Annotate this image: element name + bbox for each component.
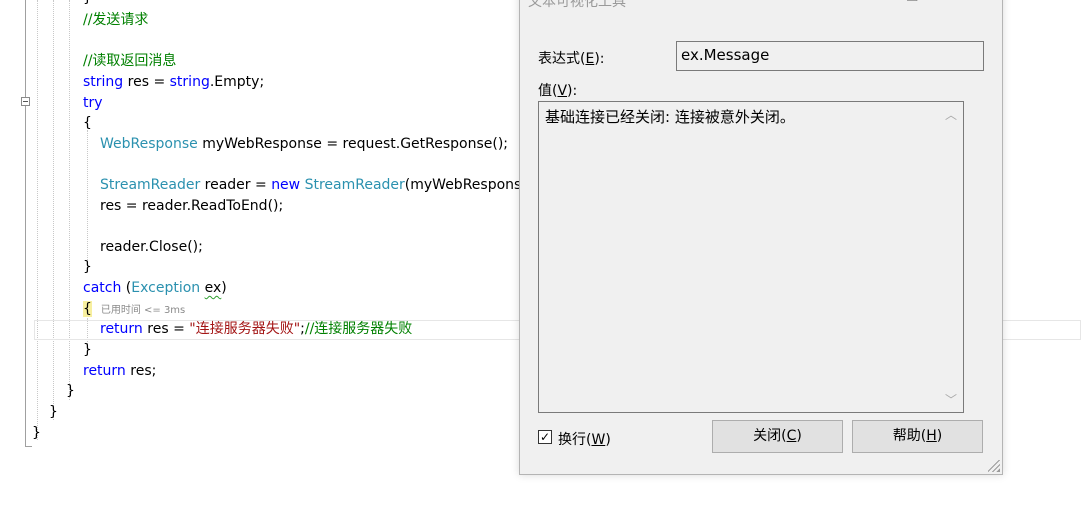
code-line: }	[83, 259, 92, 275]
code-line: StreamReader reader = new StreamReader(m…	[100, 177, 546, 193]
outline-end	[25, 446, 32, 447]
code-line: }	[83, 0, 92, 8]
value-label: 值(V):	[538, 83, 578, 99]
expression-label: 表达式(E):	[538, 51, 605, 67]
word-wrap-label[interactable]: 换行(W)	[558, 429, 611, 449]
code-line: string res = string.Empty;	[83, 74, 265, 90]
resize-grip-icon[interactable]	[988, 460, 1000, 472]
collapse-toggle-icon[interactable]	[21, 97, 30, 106]
code-line: }	[32, 425, 41, 441]
code-line: return res;	[83, 363, 157, 379]
outline-line	[25, 106, 26, 446]
indent-guide	[69, 0, 70, 400]
value-textarea[interactable]: 基础连接已经关闭: 连接被意外关闭。 ︿ ﹀	[538, 101, 964, 413]
close-button[interactable]: 关闭(C)	[712, 420, 843, 453]
minimize-icon[interactable]: —	[846, 0, 860, 5]
code-line: }	[49, 404, 58, 420]
word-wrap-checkbox[interactable]: ✓	[538, 430, 552, 444]
code-line: WebResponse myWebResponse = request.GetR…	[100, 136, 509, 152]
code-line-comment: //读取返回消息	[83, 53, 177, 69]
code-line: }	[66, 383, 75, 399]
outline-line	[25, 0, 26, 97]
scroll-up-icon[interactable]: ︿	[945, 106, 957, 123]
code-line: try	[83, 95, 103, 111]
code-line-current: return res = "连接服务器失败";//连接服务器失败	[100, 321, 413, 337]
code-line: reader.Close();	[100, 239, 203, 255]
value-text: 基础连接已经关闭: 连接被意外关闭。	[545, 108, 795, 126]
code-line: {	[83, 115, 92, 131]
dialog-title: 文本可视化工具	[528, 0, 626, 10]
expression-field[interactable]: ex.Message	[676, 41, 984, 71]
indent-guide	[37, 0, 38, 440]
help-button[interactable]: 帮助(H)	[852, 420, 983, 453]
code-line: catch (Exception ex)	[83, 280, 227, 296]
code-line: { 已用时间 <= 3ms	[83, 301, 186, 317]
code-line: }	[83, 342, 92, 358]
maximize-icon[interactable]: ☐	[906, 0, 919, 5]
text-visualizer-dialog: 文本可视化工具 — ☐ ✕ 表达式(E): ex.Message 值(V): 基…	[519, 0, 1003, 475]
scroll-down-icon[interactable]: ﹀	[945, 391, 957, 408]
indent-guide	[53, 0, 54, 420]
close-icon[interactable]: ✕	[964, 0, 976, 5]
code-line-comment: //发送请求	[83, 12, 149, 28]
indent-guide	[87, 130, 88, 266]
code-line: res = reader.ReadToEnd();	[100, 198, 284, 214]
elapsed-time-hint[interactable]: 已用时间 <= 3ms	[101, 305, 185, 316]
